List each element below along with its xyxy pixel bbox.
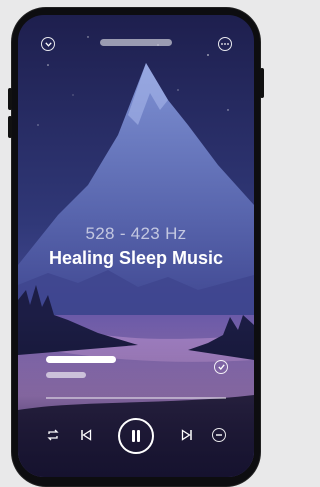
frequency-label: 528 - 423 Hz bbox=[85, 224, 187, 243]
power-button bbox=[260, 68, 264, 98]
progress-bar[interactable] bbox=[46, 397, 226, 399]
pause-button[interactable] bbox=[118, 418, 154, 454]
check-circle-icon[interactable] bbox=[214, 360, 228, 374]
repeat-icon[interactable] bbox=[46, 428, 60, 442]
player-screen: 528 - 423 Hz Healing Sleep Music bbox=[18, 15, 254, 477]
track-title: Healing Sleep Music bbox=[48, 248, 224, 268]
drag-handle[interactable] bbox=[100, 39, 172, 46]
skip-next-icon[interactable] bbox=[179, 427, 195, 443]
track-artist-placeholder bbox=[46, 372, 86, 378]
pause-icon bbox=[132, 430, 140, 442]
volume-up-button bbox=[8, 88, 12, 110]
volume-down-button bbox=[8, 116, 12, 138]
chevron-down-icon[interactable] bbox=[41, 37, 55, 51]
remove-circle-icon[interactable] bbox=[212, 428, 226, 442]
more-icon[interactable] bbox=[218, 37, 232, 51]
player-controls-layer: 528 - 423 Hz Healing Sleep Music bbox=[18, 15, 254, 477]
skip-previous-icon[interactable] bbox=[78, 427, 94, 443]
track-name-placeholder bbox=[46, 356, 116, 363]
